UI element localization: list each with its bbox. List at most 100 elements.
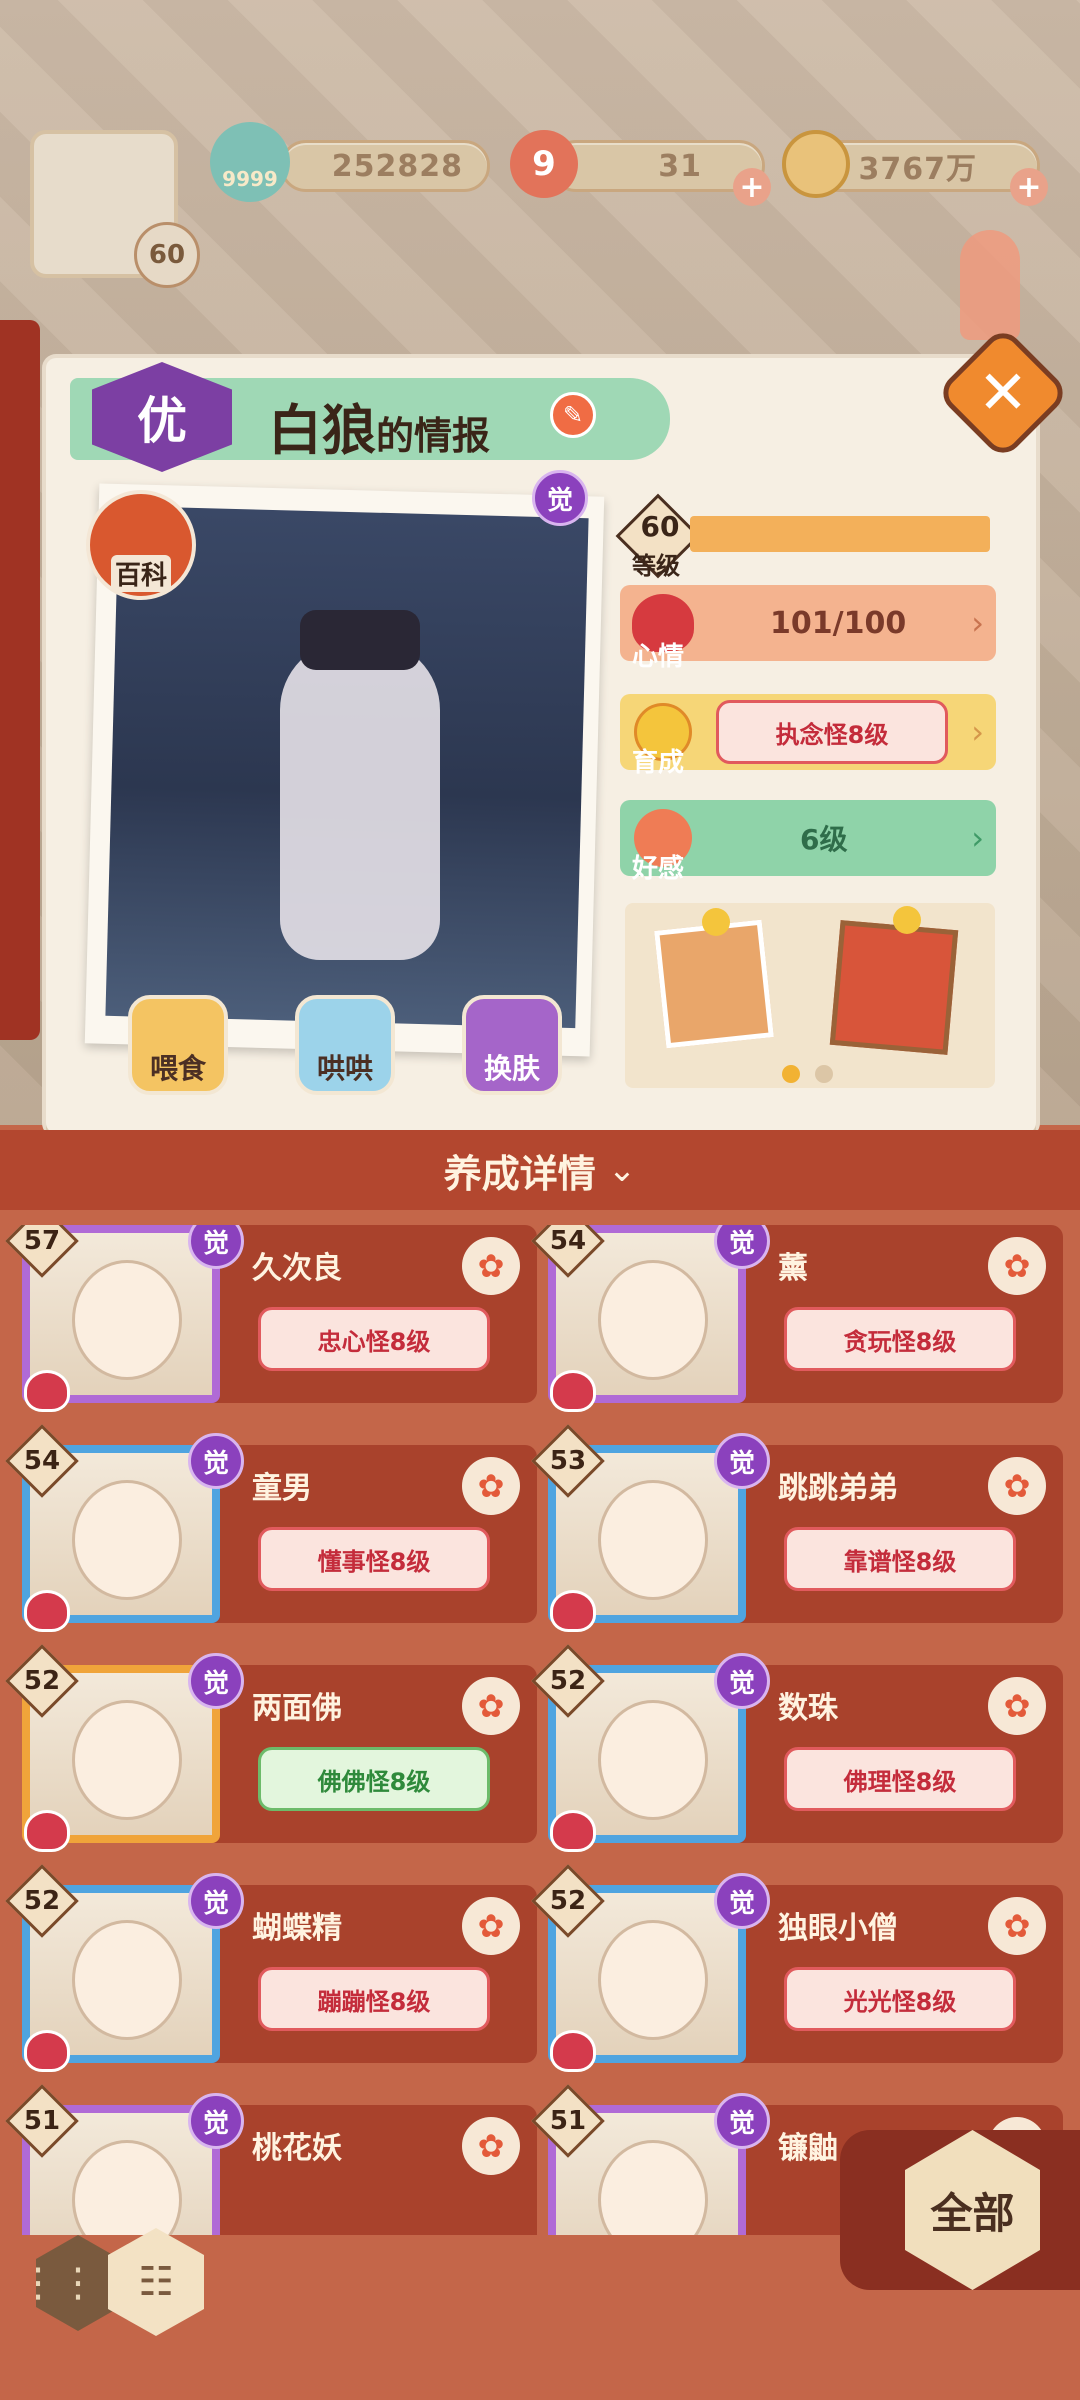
mood-label: 心情 (632, 642, 685, 672)
growth-tag: 光光怪8级 (784, 1967, 1016, 2031)
monster-card[interactable]: 52 觉独眼小僧 ✿ 光光怪8级 (531, 1864, 1063, 2072)
awake-badge: 觉 (714, 1653, 770, 1709)
monster-level: 57 (23, 1226, 61, 1256)
heart-icon (550, 1370, 596, 1412)
feed-button[interactable]: 喂食 (128, 995, 228, 1095)
growth-tag: 佛佛怪8级 (258, 1747, 490, 1811)
monster-level: 52 (549, 1666, 587, 1696)
growth-tag: 蹦蹦怪8级 (258, 1967, 490, 2031)
food-gift-item[interactable] (654, 919, 774, 1049)
monster-card[interactable]: 54 觉童男 ✿ 懂事怪8级 (5, 1424, 537, 1632)
coax-button[interactable]: 哄哄 (295, 995, 395, 1095)
skin-button[interactable]: 换肤 (462, 995, 562, 1095)
feed-label: 喂食 (149, 1052, 206, 1085)
monster-level: 53 (549, 1446, 587, 1476)
gold-counter[interactable]: 252828 (280, 140, 490, 192)
favor-flower-icon[interactable]: ✿ (462, 1457, 520, 1515)
player-level-badge: 60 (134, 222, 200, 288)
gem-icon: 9 (510, 130, 578, 198)
coins-value: 3767万 (858, 152, 977, 187)
toy-gift-item[interactable] (829, 920, 959, 1055)
monster-name: 跳跳弟弟 (778, 1471, 898, 1506)
book-spine (0, 320, 40, 1040)
growth-tag-label: 忠心怪8级 (317, 1327, 431, 1356)
monster-face (598, 1480, 708, 1600)
favor-flower-icon[interactable]: ✿ (462, 1677, 520, 1735)
rename-button[interactable]: ✎ (550, 392, 596, 438)
favor-flower-icon[interactable]: ✿ (988, 1897, 1046, 1955)
awake-badge: 觉 (714, 2093, 770, 2149)
monster-level: 52 (23, 1666, 61, 1696)
level-badge: 54 (531, 1225, 605, 1278)
monster-level: 51 (23, 2106, 61, 2136)
wiki-button[interactable]: 百科 (86, 490, 196, 600)
growth-tag-label: 懂事怪8级 (317, 1547, 431, 1576)
level-badge: 52 (5, 1864, 79, 1938)
monster-card[interactable]: 54 觉薰 ✿ 贪玩怪8级 (531, 1225, 1063, 1412)
monster-name: 两面佛 (252, 1691, 342, 1726)
monster-card[interactable]: 57 觉久次良 ✿ 忠心怪8级 (5, 1225, 537, 1412)
monster-name: 童男 (252, 1471, 312, 1506)
level-badge: 52 (5, 1644, 79, 1718)
list-icon: ☷ (138, 2259, 174, 2305)
level-badge: 51 (5, 2084, 79, 2158)
level-badge: 51 (531, 2084, 605, 2158)
growth-tag: 懂事怪8级 (258, 1527, 490, 1591)
heart-icon (24, 1810, 70, 1852)
growth-label: 育成 (632, 748, 685, 778)
awake-label: 觉 (546, 485, 573, 516)
growth-tag-label: 靠谱怪8级 (843, 1547, 957, 1576)
monster-face (72, 1260, 182, 1380)
monster-card[interactable]: 52 觉两面佛 ✿ 佛佛怪8级 (5, 1644, 537, 1852)
favor-flower-icon[interactable]: ✿ (462, 1897, 520, 1955)
favor-value: 6级 (800, 823, 848, 856)
add-gems-button[interactable]: + (733, 168, 771, 206)
monster-list: 57 觉久次良 ✿ 忠心怪8级 54 觉薰 ✿ 贪玩怪8级 54 觉童男 ✿ 懂事怪8级 53 觉跳跳弟弟… (0, 1225, 1080, 2235)
mood-value: 101/100 (770, 605, 907, 641)
section-title: 养成详情 (443, 1151, 596, 1196)
section-header[interactable]: 养成详情 ⌄ (0, 1130, 1080, 1210)
page-title: 白狼的情报 (268, 386, 490, 465)
awake-badge: 觉 (188, 1873, 244, 1929)
awake-badge: 觉 (188, 1433, 244, 1489)
page-dot (815, 1065, 833, 1083)
close-icon: ✕ (977, 358, 1029, 428)
coax-label: 哄哄 (316, 1052, 373, 1085)
add-coins-button[interactable]: + (1010, 168, 1048, 206)
heart-icon (550, 1810, 596, 1852)
favor-flower-icon[interactable]: ✿ (988, 1677, 1046, 1735)
growth-tag: 忠心怪8级 (258, 1307, 490, 1371)
favor-flower-icon[interactable]: ✿ (462, 2117, 520, 2175)
character-name: 白狼 (268, 399, 376, 462)
monster-face (72, 1920, 182, 2040)
level-badge: 57 (5, 1225, 79, 1278)
wiki-label: 百科 (110, 555, 171, 592)
gem-icon-number: 9 (532, 144, 556, 184)
monster-card[interactable]: 53 觉跳跳弟弟 ✿ 靠谱怪8级 (531, 1424, 1063, 1632)
level-value: 60 (640, 510, 680, 543)
monster-card[interactable]: 51 觉桃花妖 ✿ (5, 2084, 537, 2235)
favor-flower-icon[interactable]: ✿ (988, 1457, 1046, 1515)
level-badge: 54 (5, 1424, 79, 1498)
heart-icon (24, 1370, 70, 1412)
filter-all-label: 全部 (930, 2188, 1015, 2238)
monster-name: 蝴蝶精 (252, 1911, 342, 1946)
favor-flower-icon[interactable]: ✿ (988, 1237, 1046, 1295)
growth-tag-label: 蹦蹦怪8级 (317, 1987, 431, 2016)
monster-face (72, 1480, 182, 1600)
monster-name: 独眼小僧 (778, 1911, 898, 1946)
monster-card[interactable]: 52 觉数珠 ✿ 佛理怪8级 (531, 1644, 1063, 1852)
chevron-right-icon: › (971, 819, 984, 857)
chevron-down-icon: ⌄ (607, 1150, 637, 1190)
smile-icon (702, 908, 730, 936)
monster-face (598, 1920, 708, 2040)
character-figure (280, 640, 440, 960)
character-hat (300, 610, 420, 670)
monster-level: 52 (23, 1886, 61, 1916)
monster-card[interactable]: 52 觉蝴蝶精 ✿ 蹦蹦怪8级 (5, 1864, 537, 2072)
favor-flower-icon[interactable]: ✿ (462, 1237, 520, 1295)
growth-value: 执念怪8级 (775, 720, 889, 749)
heart-icon (550, 2030, 596, 2072)
monster-name: 镰鼬 (778, 2131, 838, 2166)
growth-tag-label: 光光怪8级 (843, 1987, 957, 2016)
